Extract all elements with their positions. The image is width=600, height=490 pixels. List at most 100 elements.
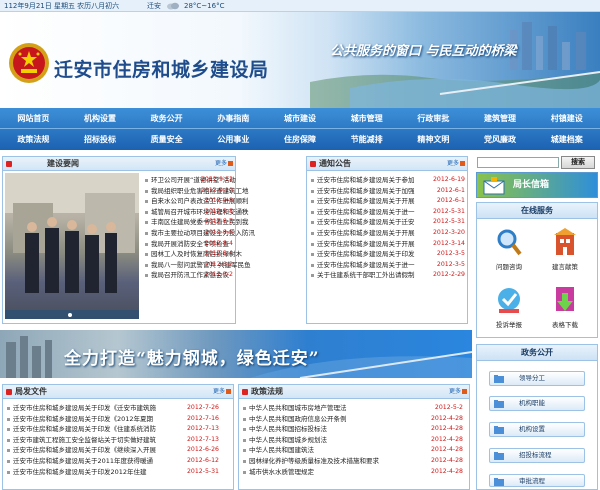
list-item-title[interactable]: 迁安市住房和城乡建设局关于进一: [317, 207, 427, 218]
list-item[interactable]: 我局组织职业危害组检查建筑工地 2012-9-10: [143, 186, 249, 197]
list-item[interactable]: 中华人民共和国城市房地产管理法 2012-5-2: [241, 403, 463, 414]
list-item[interactable]: 迁安市住房和城乡建设局关于进一 2012-3-5: [309, 260, 465, 271]
service-consult[interactable]: 问题咨询: [483, 223, 535, 279]
list-item[interactable]: 城市供水水质管理规定 2012-4-28: [241, 467, 463, 478]
list-item-title[interactable]: 迁安市住房和城乡建设局关于印发: [317, 249, 427, 260]
section-marker-icon: [6, 161, 12, 167]
list-item-title[interactable]: 迁安市住房和城乡建设局关于进一: [317, 260, 427, 271]
list-item[interactable]: 迁安市住房和城乡建设局关于印发《住建系统消防 2012-7-13: [5, 424, 219, 435]
list-item-title[interactable]: 中华人民共和国政府信息公开条例: [249, 414, 419, 425]
list-item-title[interactable]: 中华人民共和国建筑法: [249, 445, 419, 456]
nav-item-archives[interactable]: 城建档案: [533, 129, 600, 150]
nav-item-party-integrity[interactable]: 党风廉政: [467, 129, 534, 150]
list-item[interactable]: 迁安市建筑工程施工安全监督站关于切实做好建筑 2012-7-13: [5, 435, 219, 446]
list-item-date: 2012-8-4: [204, 239, 233, 247]
list-item[interactable]: 环卫公司开展“道德讲堂”活动 2012-9-13: [143, 175, 236, 186]
service-download[interactable]: 表格下载: [539, 281, 591, 337]
nav-item-village-construction[interactable]: 村镇建设: [533, 108, 600, 128]
nav-item-guide[interactable]: 办事指南: [200, 108, 267, 128]
nav-item-energy-saving[interactable]: 节能减排: [333, 129, 400, 150]
list-item-date: 2012-6-26: [186, 446, 219, 454]
list-item[interactable]: 城管局召开城市环境治理和交通秩 2012-9-8: [143, 207, 249, 218]
nav-item-civilization[interactable]: 精神文明: [400, 129, 467, 150]
list-item-title[interactable]: 城市供水水质管理规定: [249, 467, 419, 478]
list-item-title[interactable]: 园林绿化养护等级质量标准及技术措施和要求: [249, 456, 419, 467]
list-item[interactable]: 我局召开防汛工作紧急会议 2012-8-2: [143, 270, 233, 281]
list-item-title[interactable]: 迁安市住房和城乡建设局关于印发《继续深入开展: [13, 445, 175, 456]
news-photo[interactable]: [5, 173, 139, 319]
list-item[interactable]: 园林绿化养护等级质量标准及技术措施和要求 2012-4-28: [241, 456, 463, 467]
nav-item-housing[interactable]: 住房保障: [267, 129, 334, 150]
gov-item-bidding-process[interactable]: 招投标流程: [489, 448, 585, 463]
list-item[interactable]: 丰南区住建局党委书记看立民到我 2012-8-7: [143, 217, 249, 228]
list-item-title[interactable]: 迁安市住房和城乡建设局关于加强: [317, 186, 427, 197]
list-item[interactable]: 中华人民共和国城乡规划法 2012-4-28: [241, 435, 463, 446]
nav-item-city-construction[interactable]: 城市建设: [267, 108, 334, 128]
list-item[interactable]: 自来水公司户表改造工作进展顺利 2012-9-8: [143, 196, 249, 207]
news-more-link[interactable]: 更多: [215, 160, 227, 168]
list-item[interactable]: 迁安市住房和城乡建设局关于参加 2012-6-19: [309, 175, 465, 186]
list-item-title[interactable]: 中华人民共和国招标投标法: [249, 424, 419, 435]
list-item[interactable]: 中华人民共和国建筑法 2012-4-28: [241, 445, 463, 456]
nav-item-gov-affairs[interactable]: 政务公开: [133, 108, 200, 128]
list-item[interactable]: 我局八一慰问武警官兵 共建军民鱼 2012-8-2: [143, 260, 251, 271]
notices-title: 通知公告: [319, 159, 351, 168]
list-item[interactable]: 迁安市住房和城乡建设局关于开展 2012-3-20: [309, 228, 465, 239]
documents-more-link[interactable]: 更多: [213, 388, 225, 396]
list-item[interactable]: 迁安市住房和城乡建设局关于印发 2012-3-5: [309, 249, 465, 260]
nav-item-organization[interactable]: 机构设置: [67, 108, 134, 128]
nav-item-city-management[interactable]: 城市管理: [333, 108, 400, 128]
list-item[interactable]: 迁安市住房和城乡建设局关于开展 2012-3-14: [309, 239, 465, 250]
list-item[interactable]: 迁安市住房和城乡建设局关于印发2012年住建 2012-5-31: [5, 467, 219, 478]
slide-indicator[interactable]: [68, 313, 72, 317]
list-item[interactable]: 关于住建系统干部职工外出请假制 2012-2-29: [309, 270, 465, 281]
list-item[interactable]: 迁安市住房和城乡建设局关于印发《继续深入开展 2012-6-26: [5, 445, 219, 456]
list-item[interactable]: 我市主要拉动项目建设全力投入防汛 2012-8-6: [143, 228, 255, 239]
gov-item-functions[interactable]: 机构职能: [489, 396, 585, 411]
nav-item-building-management[interactable]: 建筑管理: [467, 108, 534, 128]
list-item-title[interactable]: 中华人民共和国城市房地产管理法: [249, 403, 419, 414]
list-item-title[interactable]: 迁安市建筑工程施工安全监督站关于切实做好建筑: [13, 435, 175, 446]
list-item-title[interactable]: 迁安市住房和城乡建设局关于开展: [317, 196, 427, 207]
service-complaint[interactable]: 投诉举报: [483, 281, 535, 337]
list-item-title[interactable]: 迁安市住房和城乡建设局关于印发2012年住建: [13, 467, 175, 478]
list-item-title[interactable]: 迁安市住房和城乡建设局关于参加: [317, 175, 427, 186]
list-item[interactable]: 中华人民共和国政府信息公开条例 2012-4-28: [241, 414, 463, 425]
nav-item-admin-approval[interactable]: 行政审批: [400, 108, 467, 128]
list-item[interactable]: 迁安市住房和城乡建设局关于进一 2012-5-31: [309, 207, 465, 218]
list-item[interactable]: 迁安市住房和城乡建设局关于加强 2012-6-1: [309, 186, 465, 197]
site-title[interactable]: 迁安市住房和城乡建设局: [54, 55, 269, 82]
list-item[interactable]: 我局开展消防安全专项检查 2012-8-4: [143, 239, 233, 250]
nav-item-bidding[interactable]: 招标投标: [67, 129, 134, 150]
list-item-title[interactable]: 迁安市住房和城乡建设局关于2011年度获得暖通: [13, 456, 175, 467]
list-item[interactable]: 迁安市住房和城乡建设局关于印发《迁安市建筑施 2012-7-26: [5, 403, 219, 414]
list-item[interactable]: 园林工人及时恢复雨后损绿树木 2012-8-4: [143, 249, 242, 260]
gov-item-leadership[interactable]: 领导分工: [489, 371, 585, 386]
nav-item-policies[interactable]: 政策法规: [0, 129, 67, 150]
list-item-title[interactable]: 中华人民共和国城乡规划法: [249, 435, 419, 446]
list-item-title[interactable]: 迁安市住房和城乡建设局关于印发《迁安市建筑施: [13, 403, 175, 414]
list-item[interactable]: 迁安市住房和城乡建设局关于开展 2012-6-1: [309, 196, 465, 207]
list-item-title[interactable]: 迁安市住房和城乡建设局关于印发《住建系统消防: [13, 424, 175, 435]
list-item-title[interactable]: 关于住建系统干部职工外出请假制: [317, 270, 427, 281]
promo-banner[interactable]: 全力打造“魅力钢城，绿色迁安”: [0, 330, 472, 378]
list-item-title[interactable]: 迁安市住房和城乡建设局关于开展: [317, 228, 427, 239]
list-item-title[interactable]: 迁安市住房和城乡建设局关于迁安: [317, 217, 427, 228]
notices-more-link[interactable]: 更多: [447, 160, 459, 168]
search-input[interactable]: [477, 157, 559, 168]
nav-item-home[interactable]: 网站首页: [0, 108, 67, 128]
policies-more-link[interactable]: 更多: [449, 388, 461, 396]
list-item[interactable]: 中华人民共和国招标投标法 2012-4-28: [241, 424, 463, 435]
list-item-title[interactable]: 迁安市住房和城乡建设局关于开展: [317, 239, 427, 250]
list-item[interactable]: 迁安市住房和城乡建设局关于迁安 2012-5-31: [309, 217, 465, 228]
service-suggestion[interactable]: 建言献策: [539, 223, 591, 279]
nav-item-public-utilities[interactable]: 公用事业: [200, 129, 267, 150]
mayor-mailbox-button[interactable]: 局长信箱: [476, 172, 598, 198]
nav-item-quality-safety[interactable]: 质量安全: [133, 129, 200, 150]
list-item[interactable]: 迁安市住房和城乡建设局关于印发《2012年夏期 2012-7-16: [5, 414, 219, 425]
gov-item-structure[interactable]: 机构设置: [489, 422, 585, 437]
list-item-title[interactable]: 迁安市住房和城乡建设局关于印发《2012年夏期: [13, 414, 175, 425]
gov-item-approval-process[interactable]: 审批流程: [489, 474, 585, 487]
search-button[interactable]: 搜索: [561, 156, 595, 169]
list-item[interactable]: 迁安市住房和城乡建设局关于2011年度获得暖通 2012-6-12: [5, 456, 219, 467]
